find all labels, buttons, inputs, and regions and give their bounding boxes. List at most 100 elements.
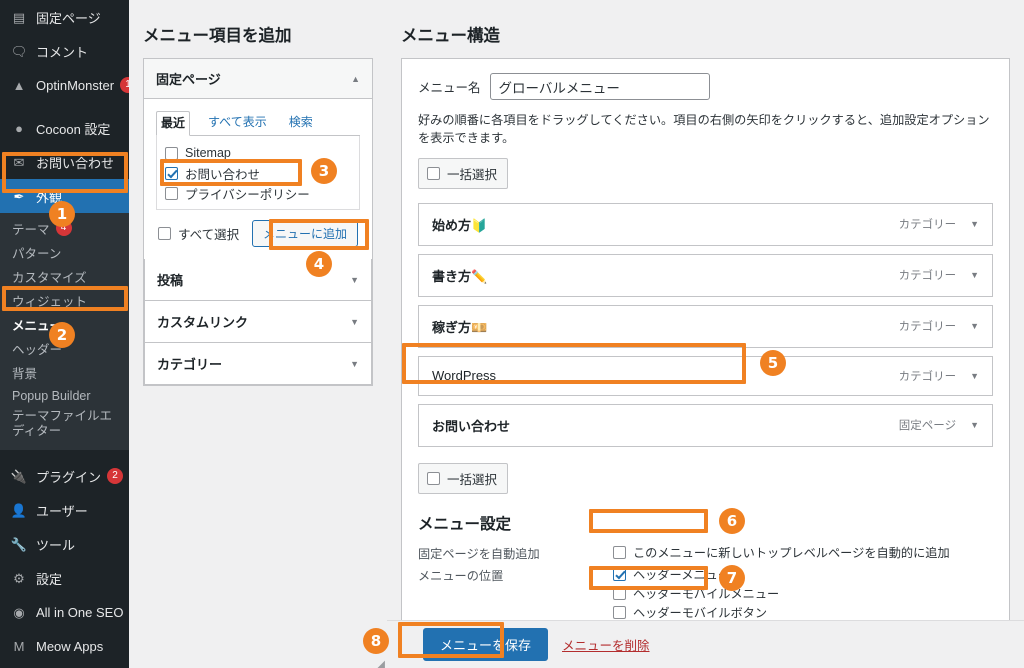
resize-grip-icon[interactable]: ◢ — [377, 659, 385, 668]
checkbox-row-header-mobile-button[interactable]: ヘッダーモバイルボタン — [613, 603, 803, 622]
bulk-select-top[interactable]: 一括選択 — [418, 157, 509, 189]
chevron-down-icon[interactable]: ▼ — [970, 270, 979, 280]
checkbox-contact[interactable] — [165, 166, 178, 180]
sidebar-item-label: お問い合わせ — [36, 155, 115, 171]
sidebar-subitem-customize[interactable]: カスタマイズ — [0, 264, 129, 288]
checkbox-header-mobile-button[interactable] — [613, 605, 626, 619]
checkbox-select-all[interactable] — [158, 227, 171, 240]
sidebar-subitem-popup-builder[interactable]: Popup Builder — [0, 384, 129, 408]
chevron-down-icon[interactable]: ▼ — [350, 359, 359, 369]
sidebar-subitem-background[interactable]: 背景 — [0, 360, 129, 384]
chevron-up-icon[interactable]: ▲ — [351, 74, 360, 84]
sidebar-subitem-menus[interactable]: メニュー — [0, 312, 129, 336]
menu-position-label: メニューの位置 — [418, 568, 504, 583]
sidebar-item-users[interactable]: 👤 ユーザー — [0, 493, 129, 527]
list-item[interactable]: Sitemap — [165, 143, 351, 163]
menu-item-row[interactable]: 始め方🔰 カテゴリー ▼ — [418, 202, 993, 246]
checkbox-privacy-policy[interactable] — [165, 186, 178, 200]
custom-links-accordion-label: カスタムリンク — [157, 315, 249, 330]
menu-save-bar: メニューを保存 メニューを削除 — [387, 620, 1024, 668]
sidebar-subitem-label: ウィジェット — [12, 294, 88, 309]
user-icon: 👤 — [10, 502, 28, 518]
tab-view-all[interactable]: すべて表示 — [204, 111, 271, 136]
sidebar-item-label: プラグイン — [36, 469, 102, 485]
menu-item-row[interactable]: WordPress カテゴリー ▼ — [418, 355, 993, 396]
tab-search[interactable]: 検索 — [285, 111, 317, 136]
sidebar-subitem-widgets[interactable]: ウィジェット — [0, 288, 129, 312]
sidebar-item-label: ユーザー — [36, 503, 88, 519]
select-all-label: すべて選択 — [178, 228, 240, 242]
bulk-select-bottom[interactable]: 一括選択 — [418, 462, 509, 494]
menu-structure-panel: メニュー名 好みの順番に各項目をドラッグしてください。項目の右側の矢印をクリック… — [401, 58, 1010, 668]
pages-accordion-header[interactable]: 固定ページ ▲ — [144, 59, 372, 99]
custom-links-accordion-header[interactable]: カスタムリンク ▼ — [144, 301, 372, 343]
menu-name-row: メニュー名 — [418, 73, 993, 100]
menu-item-type: カテゴリー — [898, 219, 957, 232]
chevron-down-icon[interactable]: ▼ — [350, 317, 359, 327]
delete-menu-link[interactable]: メニューを削除 — [562, 635, 650, 654]
update-count-badge: 1 — [120, 77, 129, 93]
checkbox-row-header-menu[interactable]: ヘッダーメニュー — [613, 565, 803, 584]
checkbox-row-auto-add[interactable]: このメニューに新しいトップレベルページを自動的に追加 — [613, 543, 950, 562]
checkbox-bulk-select-top[interactable] — [427, 166, 440, 180]
sidebar-item-appearance[interactable]: ✒ 外観 — [0, 179, 129, 213]
cocoon-icon: ● — [15, 120, 23, 136]
chevron-down-icon[interactable]: ▼ — [970, 321, 979, 331]
pages-checkbox-list[interactable]: Sitemap お問い合わせ プライバシーポリシー — [156, 136, 360, 210]
sidebar-subitem-header[interactable]: ヘッダー — [0, 336, 129, 360]
sidebar-item-all-in-one-seo[interactable]: ◉ All in One SEO — [0, 595, 129, 629]
menu-item-type: カテゴリー — [898, 321, 957, 334]
list-item[interactable]: お問い合わせ — [165, 163, 351, 183]
checkbox-row-header-mobile-menu[interactable]: ヘッダーモバイルメニュー — [613, 584, 803, 603]
sidebar-item-optinmonster[interactable]: ▲ OptinMonster 1 — [0, 68, 129, 102]
menu-item-row-contact[interactable]: お問い合わせ 固定ページ ▼ — [418, 403, 993, 447]
tab-recent[interactable]: 最近 — [156, 111, 191, 136]
sidebar-divider — [0, 450, 129, 459]
list-item[interactable]: プライバシーポリシー — [165, 183, 351, 203]
save-menu-button[interactable]: メニューを保存 — [423, 628, 549, 661]
menu-name-input[interactable] — [489, 73, 710, 100]
sidebar-item-tools[interactable]: 🔧 ツール — [0, 527, 129, 561]
position-label: ヘッダーモバイルメニュー — [633, 587, 780, 602]
sidebar-subitem-theme-file-editor[interactable]: テーマファイルエディター — [0, 408, 129, 446]
appearance-brush-icon: ✒ — [13, 188, 25, 204]
pages-accordion-footer: すべて選択 メニューに追加 — [156, 210, 360, 251]
menu-item-row[interactable]: 書き方✏️ カテゴリー ▼ — [418, 253, 993, 297]
sidebar-subitem-patterns[interactable]: パターン — [0, 240, 129, 264]
checkbox-header-mobile-menu[interactable] — [613, 586, 626, 600]
sidebar-item-meow-apps[interactable]: M Meow Apps — [0, 629, 129, 663]
sidebar-item-cocoon-settings[interactable]: ● Cocoon 設定 — [0, 111, 129, 145]
sidebar-item-label: OptinMonster — [36, 77, 115, 93]
menu-item-row[interactable]: 稼ぎ方💴 カテゴリー ▼ — [418, 304, 993, 348]
select-all-row[interactable]: すべて選択 — [158, 224, 239, 244]
chevron-down-icon[interactable]: ▼ — [970, 420, 979, 430]
checkbox-bulk-select-bottom[interactable] — [427, 471, 440, 485]
checkbox-sitemap[interactable] — [165, 146, 178, 160]
list-item-label: お問い合わせ — [185, 167, 261, 182]
sidebar-item-plugins[interactable]: 🔌 プラグイン 2 — [0, 459, 129, 493]
add-to-menu-button[interactable]: メニューに追加 — [251, 220, 358, 247]
meow-apps-icon: M — [13, 638, 25, 654]
sidebar-item-contact[interactable]: ✉ お問い合わせ — [0, 145, 129, 179]
bulk-select-label: 一括選択 — [447, 167, 498, 182]
sidebar-subitem-label: テーマファイルエディター — [12, 409, 113, 439]
sidebar-item-label: Meow Apps — [36, 638, 104, 654]
categories-accordion-header[interactable]: カテゴリー ▼ — [144, 343, 372, 385]
list-item-label: Sitemap — [185, 146, 231, 160]
chevron-down-icon[interactable]: ▼ — [970, 219, 979, 229]
checkbox-header-menu[interactable] — [613, 567, 626, 581]
sidebar-item-settings[interactable]: ⚙ 設定 — [0, 561, 129, 595]
sidebar-divider — [0, 663, 129, 668]
sidebar-subitem-themes[interactable]: テーマ 4 — [0, 216, 129, 240]
admin-sidebar: ▤ 固定ページ 🗨 コメント ▲ OptinMonster 1 ● Cocoon… — [0, 0, 129, 668]
chevron-down-icon[interactable]: ▼ — [350, 275, 359, 285]
menu-item-label: 書き方✏️ — [432, 268, 488, 284]
position-label: ヘッダーモバイルボタン — [633, 606, 768, 621]
auto-add-pages-value: このメニューに新しいトップレベルページを自動的に追加 — [613, 543, 950, 562]
posts-accordion-header[interactable]: 投稿 ▼ — [144, 259, 372, 301]
sidebar-item-pages[interactable]: ▤ 固定ページ — [0, 0, 129, 34]
sidebar-item-comments[interactable]: 🗨 コメント — [0, 34, 129, 68]
chevron-down-icon[interactable]: ▼ — [970, 371, 979, 381]
pages-accordion-label: 固定ページ — [156, 72, 221, 87]
checkbox-auto-add-pages[interactable] — [613, 545, 626, 559]
